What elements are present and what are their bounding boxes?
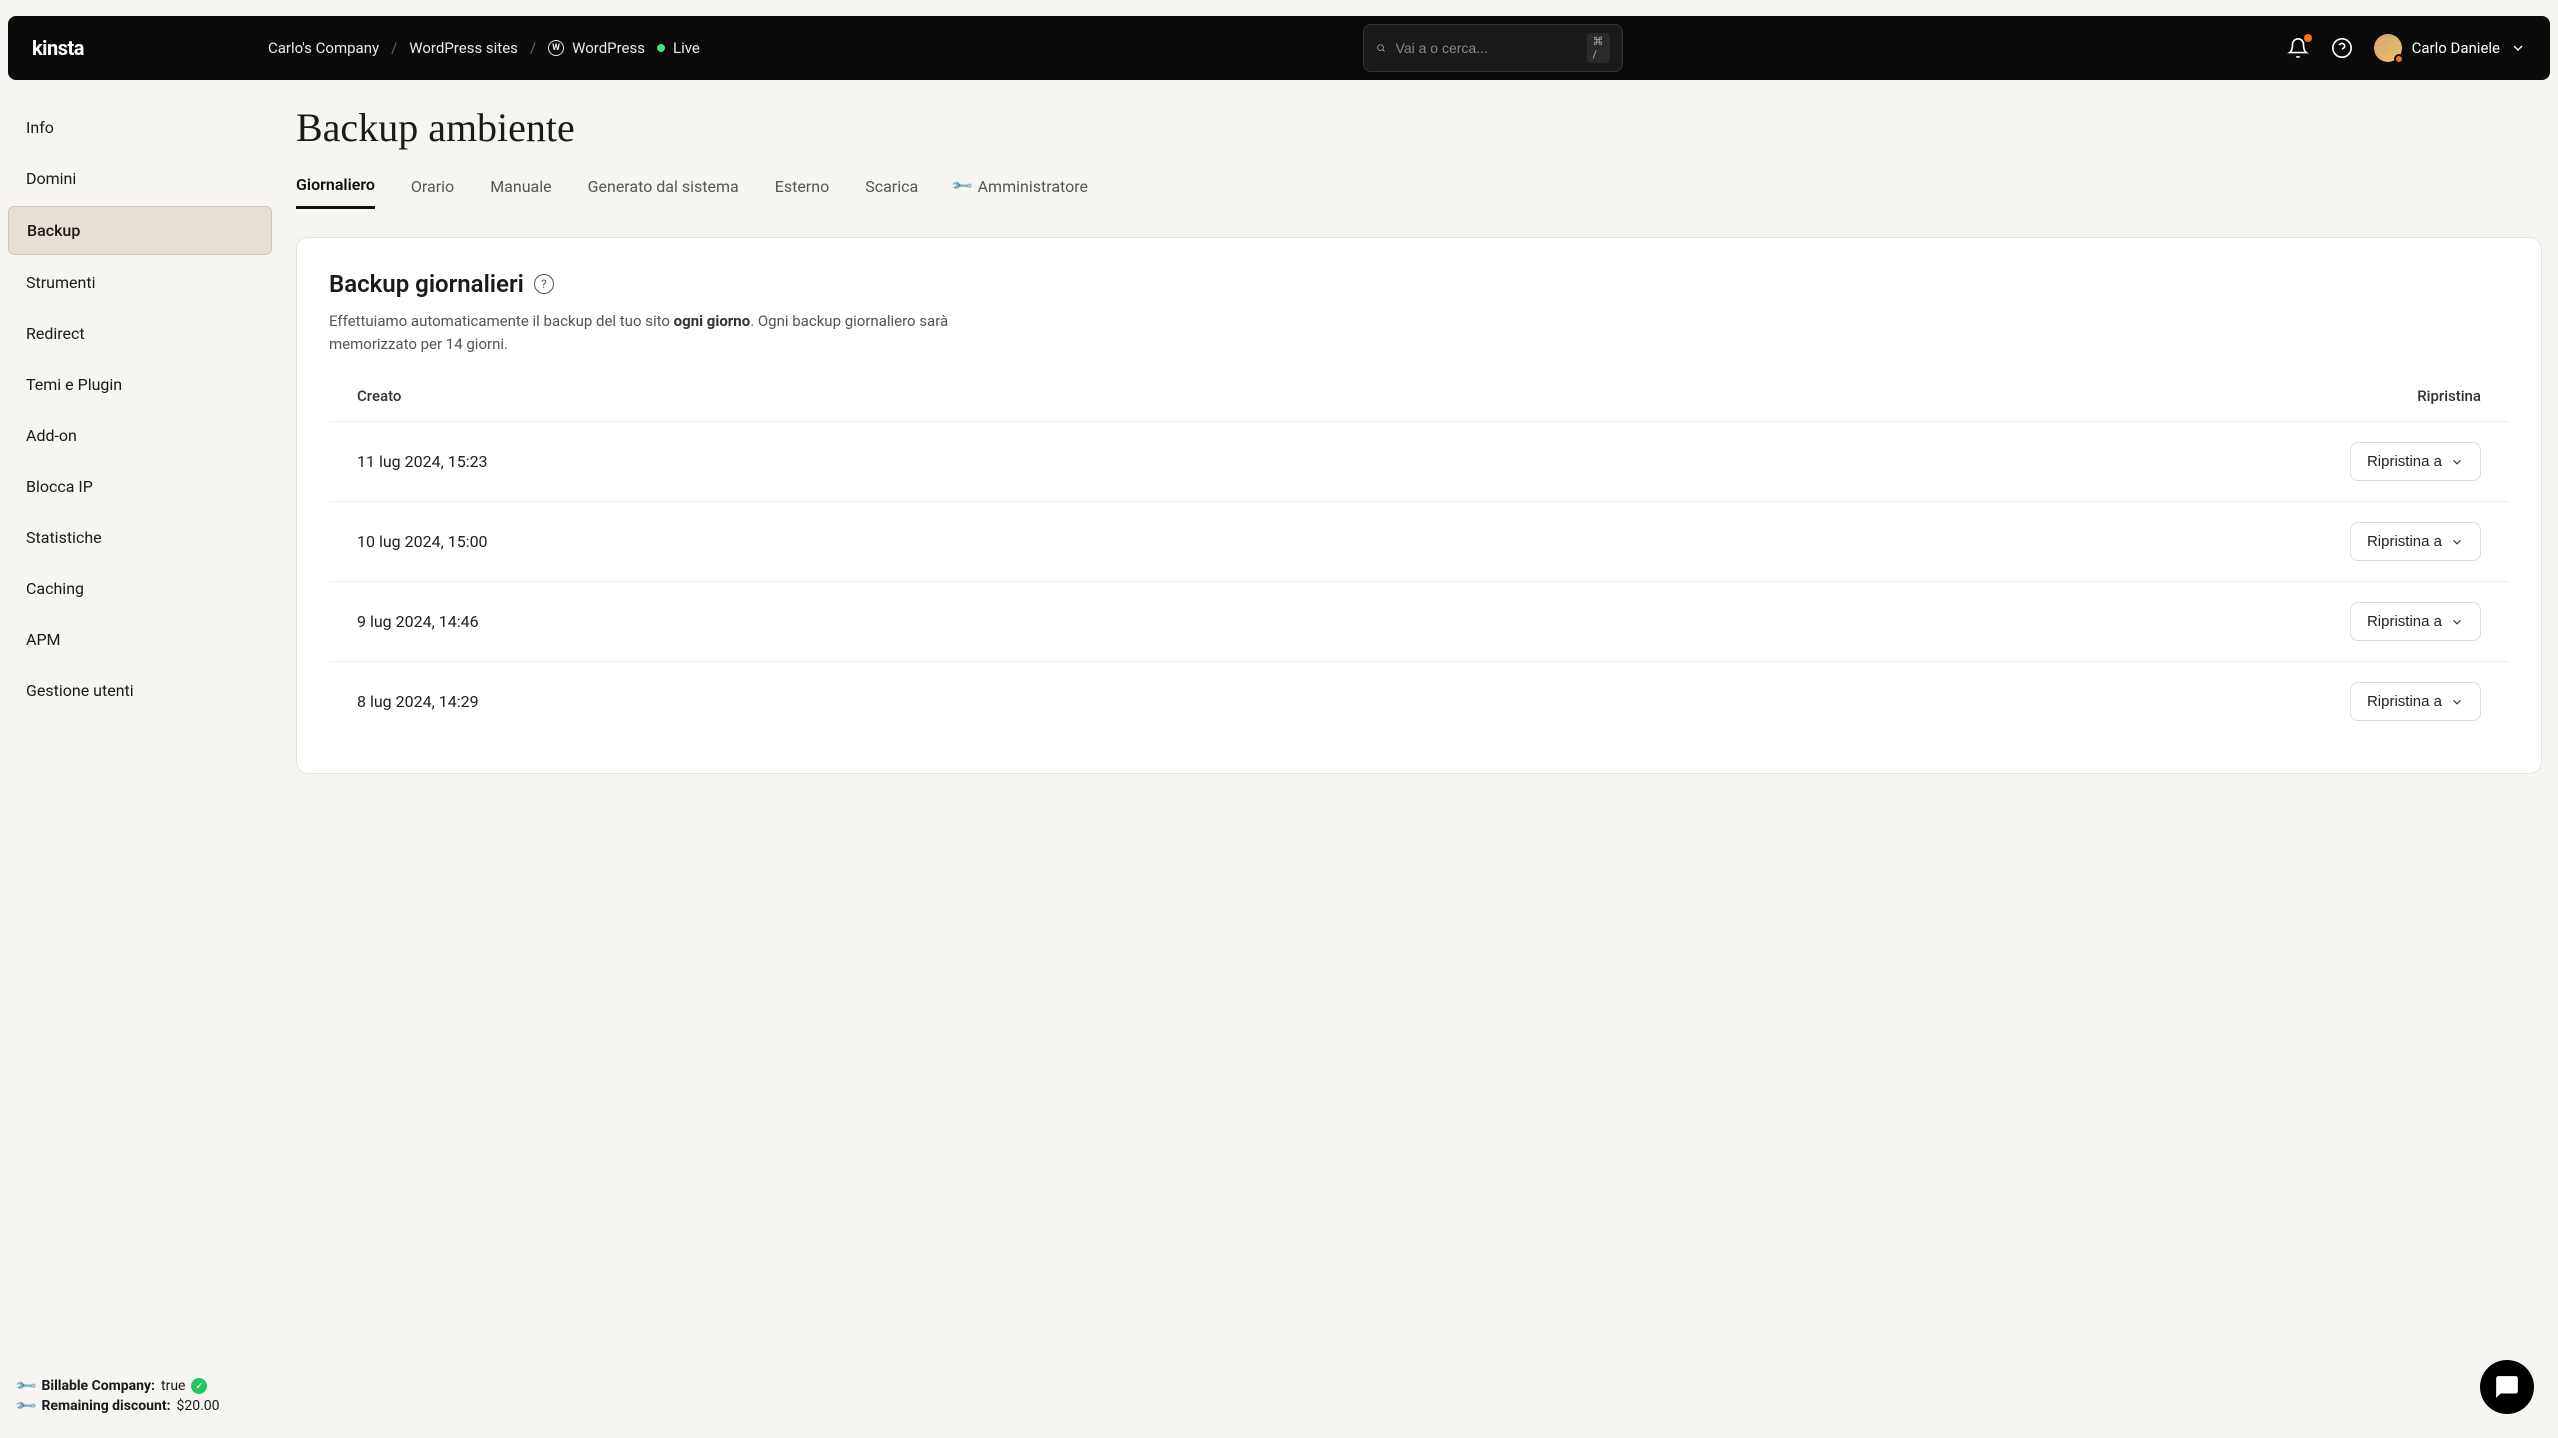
breadcrumb-env[interactable]: Live: [657, 39, 700, 57]
table-row: 11 lug 2024, 15:23 Ripristina a: [329, 421, 2509, 501]
restore-button-label: Ripristina a: [2367, 693, 2442, 710]
backups-card: Backup giornalieri ? Effettuiamo automat…: [296, 237, 2542, 774]
avatar-status-dot-icon: [2394, 54, 2404, 64]
breadcrumb-sites[interactable]: WordPress sites: [409, 39, 518, 57]
sidebar-item-apm[interactable]: APM: [8, 616, 272, 663]
card-title: Backup giornalieri: [329, 270, 524, 298]
help-button[interactable]: [2330, 36, 2354, 60]
backup-created: 11 lug 2024, 15:23: [357, 452, 488, 471]
remaining-discount-label: Remaining discount:: [41, 1398, 170, 1414]
search-shortcut: ⌘ /: [1587, 33, 1610, 63]
user-menu[interactable]: Carlo Daniele: [2374, 34, 2526, 62]
wordpress-icon: W: [548, 40, 564, 56]
sidebar-item-caching[interactable]: Caching: [8, 565, 272, 612]
search-box[interactable]: ⌘ /: [1363, 24, 1623, 72]
restore-button-label: Ripristina a: [2367, 533, 2442, 550]
restore-button[interactable]: Ripristina a: [2350, 522, 2481, 561]
billable-company-value: true: [161, 1378, 185, 1394]
sidebar-item-add-on[interactable]: Add-on: [8, 412, 272, 459]
breadcrumb-site[interactable]: W WordPress: [548, 39, 645, 57]
tab-label: Orario: [411, 177, 454, 196]
chevron-down-icon: [2510, 40, 2526, 56]
notifications-button[interactable]: [2286, 36, 2310, 60]
chevron-down-icon: [2450, 695, 2464, 709]
live-dot-icon: [657, 44, 665, 52]
backup-created: 10 lug 2024, 15:00: [357, 532, 488, 551]
tab-orario[interactable]: Orario: [411, 175, 454, 209]
tab-giornaliero[interactable]: Giornaliero: [296, 175, 375, 209]
chevron-down-icon: [2450, 455, 2464, 469]
chevron-down-icon: [2450, 535, 2464, 549]
breadcrumb-separator: /: [530, 39, 536, 57]
tab-manuale[interactable]: Manuale: [490, 175, 551, 209]
remaining-discount-row: 🔧 Remaining discount: $20.00: [18, 1398, 262, 1414]
tab-generato-dal-sistema[interactable]: Generato dal sistema: [588, 175, 739, 209]
chevron-down-icon: [2450, 615, 2464, 629]
sidebar-item-strumenti[interactable]: Strumenti: [8, 259, 272, 306]
backup-created: 9 lug 2024, 14:46: [357, 612, 479, 631]
avatar: [2374, 34, 2402, 62]
billable-company-row: 🔧 Billable Company: true ✓: [18, 1378, 262, 1394]
user-name: Carlo Daniele: [2412, 39, 2500, 57]
help-icon: [2331, 37, 2353, 59]
sidebar-item-blocca-ip[interactable]: Blocca IP: [8, 463, 272, 510]
breadcrumb-company[interactable]: Carlo's Company: [268, 39, 379, 57]
sidebar-footer: 🔧 Billable Company: true ✓ 🔧 Remaining d…: [8, 1366, 272, 1422]
notification-dot-icon: [2304, 34, 2312, 42]
card-description: Effettuiamo automaticamente il backup de…: [329, 310, 1029, 355]
restore-button-label: Ripristina a: [2367, 613, 2442, 630]
backup-created: 8 lug 2024, 14:29: [357, 692, 479, 711]
breadcrumbs: Carlo's Company / WordPress sites / W Wo…: [268, 39, 700, 57]
main-content: Backup ambiente Giornaliero Orario Manuale…: [280, 80, 2558, 1438]
billable-company-label: Billable Company:: [41, 1378, 155, 1394]
search-icon: [1376, 40, 1386, 56]
check-icon: ✓: [191, 1378, 207, 1394]
wrench-icon: 🔧: [15, 1394, 39, 1418]
tab-esterno[interactable]: Esterno: [775, 175, 829, 209]
restore-button[interactable]: Ripristina a: [2350, 602, 2481, 641]
tab-label: Amministratore: [978, 177, 1088, 196]
breadcrumb-separator: /: [391, 39, 397, 57]
logo[interactable]: kinsta: [32, 36, 84, 60]
sidebar-item-backup[interactable]: Backup: [8, 206, 272, 255]
chat-button[interactable]: [2480, 1360, 2534, 1414]
chat-icon: [2494, 1374, 2520, 1400]
breadcrumb-env-label: Live: [673, 39, 700, 57]
restore-button-label: Ripristina a: [2367, 453, 2442, 470]
search-input[interactable]: [1396, 40, 1577, 56]
tab-amministratore[interactable]: 🔧Amministratore: [954, 175, 1088, 209]
sidebar-item-statistiche[interactable]: Statistiche: [8, 514, 272, 561]
remaining-discount-value: $20.00: [177, 1398, 220, 1414]
breadcrumb-site-label: WordPress: [572, 39, 645, 57]
tab-label: Esterno: [775, 177, 829, 196]
tab-scarica[interactable]: Scarica: [865, 175, 918, 209]
page-title: Backup ambiente: [296, 104, 2542, 151]
tab-label: Generato dal sistema: [588, 177, 739, 196]
table-row: 10 lug 2024, 15:00 Ripristina a: [329, 501, 2509, 581]
column-created: Creato: [357, 387, 401, 405]
table-header: Creato Ripristina: [329, 387, 2509, 421]
column-restore: Ripristina: [2417, 387, 2481, 405]
table-row: 8 lug 2024, 14:29 Ripristina a: [329, 661, 2509, 741]
sidebar-item-info[interactable]: Info: [8, 104, 272, 151]
sidebar-item-gestione-utenti[interactable]: Gestione utenti: [8, 667, 272, 714]
restore-button[interactable]: Ripristina a: [2350, 442, 2481, 481]
sidebar-item-redirect[interactable]: Redirect: [8, 310, 272, 357]
restore-button[interactable]: Ripristina a: [2350, 682, 2481, 721]
tab-label: Scarica: [865, 177, 918, 196]
help-icon[interactable]: ?: [534, 274, 554, 294]
table-row: 9 lug 2024, 14:46 Ripristina a: [329, 581, 2509, 661]
tabs: Giornaliero Orario Manuale Generato dal sis…: [296, 175, 2542, 209]
tab-label: Manuale: [490, 177, 551, 196]
sidebar-item-temi-e-plugin[interactable]: Temi e Plugin: [8, 361, 272, 408]
wrench-icon: 🔧: [951, 174, 975, 198]
topbar: kinsta Carlo's Company / WordPress sites…: [8, 16, 2550, 80]
sidebar: InfoDominiBackupStrumentiRedirectTemi e …: [0, 80, 280, 1438]
tab-label: Giornaliero: [296, 175, 375, 194]
sidebar-item-domini[interactable]: Domini: [8, 155, 272, 202]
